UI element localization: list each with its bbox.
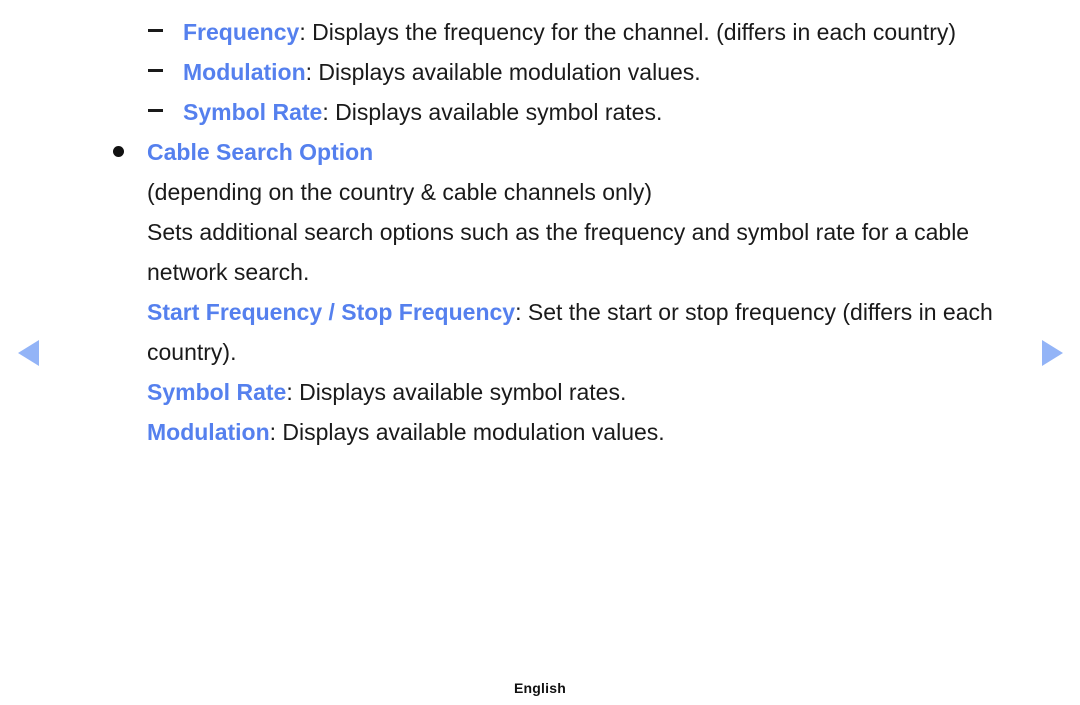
- sub-entry: Modulation: Displays available modulatio…: [147, 412, 1022, 452]
- dash-marker-icon: [148, 29, 163, 32]
- description-paragraph: Sets additional search options such as t…: [147, 219, 970, 285]
- term-separator: :: [305, 59, 319, 85]
- section-heading: Cable Search Option: [147, 139, 374, 165]
- bullet-marker-icon: [113, 146, 124, 157]
- page-content: Frequency: Displays the frequency for th…: [0, 0, 1080, 452]
- term-label: Frequency: [183, 19, 300, 45]
- term-description: Displays available symbol rates.: [299, 379, 627, 405]
- term-description: Displays available symbol rates.: [335, 99, 663, 125]
- list-item: Modulation: Displays available modulatio…: [148, 52, 970, 92]
- term-label: Symbol Rate: [183, 99, 323, 125]
- language-footer: English: [514, 680, 566, 696]
- note-paragraph: (depending on the country & cable channe…: [147, 179, 653, 205]
- list-item: Frequency: Displays the frequency for th…: [148, 12, 970, 52]
- term-separator: :: [299, 19, 313, 45]
- term-label: Modulation: [183, 59, 306, 85]
- term-description: Displays available modulation values.: [318, 59, 701, 85]
- term-label: Start Frequency / Stop Frequency: [147, 299, 516, 325]
- manual-page: Frequency: Displays the frequency for th…: [0, 0, 1080, 705]
- sub-entry: Start Frequency / Stop Frequency: Set th…: [147, 292, 1022, 372]
- sub-entry: Symbol Rate: Displays available symbol r…: [147, 372, 1022, 412]
- term-description: Displays the frequency for the channel. …: [312, 19, 957, 45]
- section-heading-item: Cable Search Option: [113, 132, 970, 172]
- term-label: Modulation: [147, 419, 270, 445]
- term-label: Symbol Rate: [147, 379, 287, 405]
- term-separator: :: [269, 419, 283, 445]
- term-separator: :: [286, 379, 300, 405]
- list-item: Symbol Rate: Displays available symbol r…: [148, 92, 970, 132]
- dash-marker-icon: [148, 69, 163, 72]
- term-separator: :: [515, 299, 528, 325]
- term-separator: :: [322, 99, 336, 125]
- dash-marker-icon: [148, 109, 163, 112]
- term-description: Displays available modulation values.: [282, 419, 665, 445]
